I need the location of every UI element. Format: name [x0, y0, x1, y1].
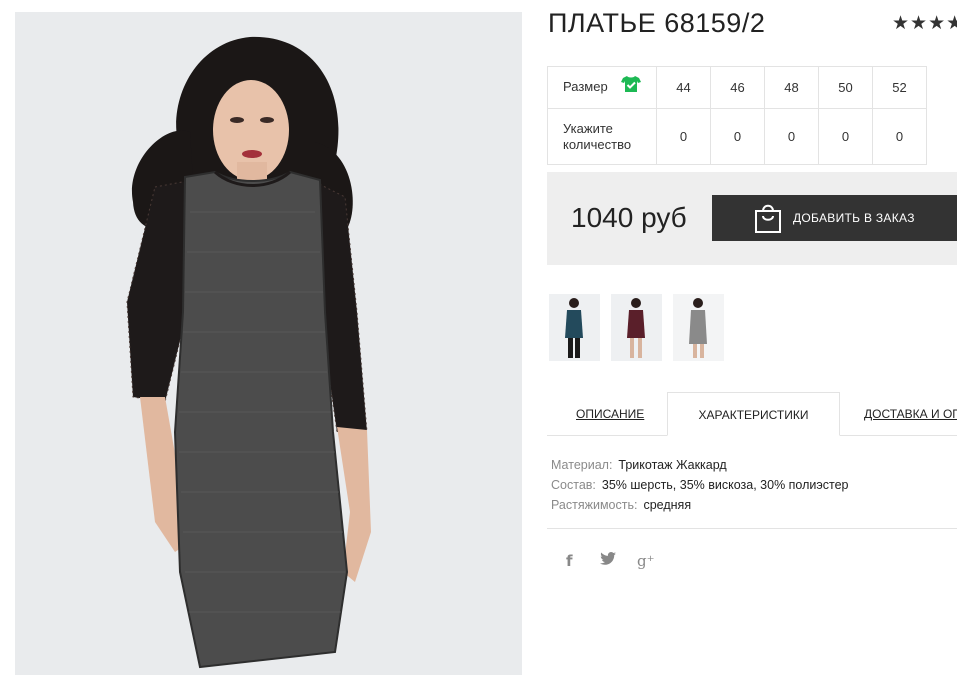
add-to-order-button[interactable]: Добавить в заказ	[712, 195, 957, 241]
tab-delivery-label: Доставка и оплата	[864, 407, 957, 421]
google-plus-icon[interactable]: g⁺	[637, 552, 655, 570]
quantity-input-50[interactable]: 0	[818, 108, 873, 165]
product-main-image[interactable]	[15, 12, 522, 675]
tab-description-label: Описание	[576, 407, 645, 421]
size-label: Размер	[563, 78, 608, 94]
tab-characteristics[interactable]: Характеристики	[667, 392, 840, 436]
size-44[interactable]: 44	[656, 66, 711, 109]
characteristic-row: Материал: Трикотаж Жаккард	[551, 455, 849, 475]
size-48[interactable]: 48	[764, 66, 819, 109]
size-50[interactable]: 50	[818, 66, 873, 109]
thumbnail-burgundy[interactable]	[611, 294, 662, 361]
thumbnail-teal[interactable]	[549, 294, 600, 361]
characteristic-key: Состав:	[551, 478, 596, 492]
quantity-label-line1: Укажите	[563, 120, 613, 136]
characteristic-key: Материал:	[551, 458, 613, 472]
tab-delivery[interactable]: Доставка и оплата	[864, 392, 957, 436]
quantity-input-46[interactable]: 0	[710, 108, 765, 165]
quantity-row: Укажите количество 0 0 0 0 0	[547, 108, 927, 165]
quantity-label-cell: Укажите количество	[547, 108, 657, 165]
price-value: 1040 руб	[571, 202, 687, 233]
characteristic-key: Растяжимость:	[551, 498, 638, 512]
quantity-label-line2: количество	[563, 136, 632, 152]
tshirt-check-icon[interactable]	[621, 75, 642, 97]
product-title: ПЛАТЬЕ 68159/2	[548, 8, 766, 38]
quantity-input-48[interactable]: 0	[764, 108, 819, 165]
size-row: Размер 44 46 48 50 52	[547, 66, 927, 109]
size-52[interactable]: 52	[872, 66, 927, 109]
rating-stars[interactable]: ★★★★★	[892, 12, 957, 35]
section-divider	[547, 528, 957, 529]
characteristic-row: Состав: 35% шерсть, 35% вискоза, 30% поли…	[551, 475, 849, 495]
quantity-input-44[interactable]: 0	[656, 108, 711, 165]
size-46[interactable]: 46	[710, 66, 765, 109]
characteristics-list: Материал: Трикотаж Жаккард Состав: 35% шер…	[551, 455, 849, 515]
characteristic-row: Растяжимость: средняя	[551, 495, 849, 515]
characteristic-value: средняя	[643, 498, 692, 512]
tab-description[interactable]: Описание	[576, 392, 644, 436]
tab-characteristics-label: Характеристики	[698, 408, 809, 422]
price-box: 1040 руб Добавить в заказ	[547, 172, 957, 265]
shopping-bag-icon	[754, 202, 782, 237]
size-table: Размер 44 46 48 50 52 Укажите количество…	[547, 66, 927, 165]
add-to-order-label: Добавить в заказ	[793, 211, 915, 225]
thumbnail-grey[interactable]	[673, 294, 724, 361]
size-label-cell: Размер	[547, 66, 657, 109]
facebook-icon[interactable]: f	[566, 552, 573, 570]
characteristic-value: 35% шерсть, 35% вискоза, 30% полиэстер	[601, 478, 849, 492]
twitter-icon[interactable]	[600, 552, 616, 569]
quantity-input-52[interactable]: 0	[872, 108, 927, 165]
characteristic-value: Трикотаж Жаккард	[618, 458, 727, 472]
